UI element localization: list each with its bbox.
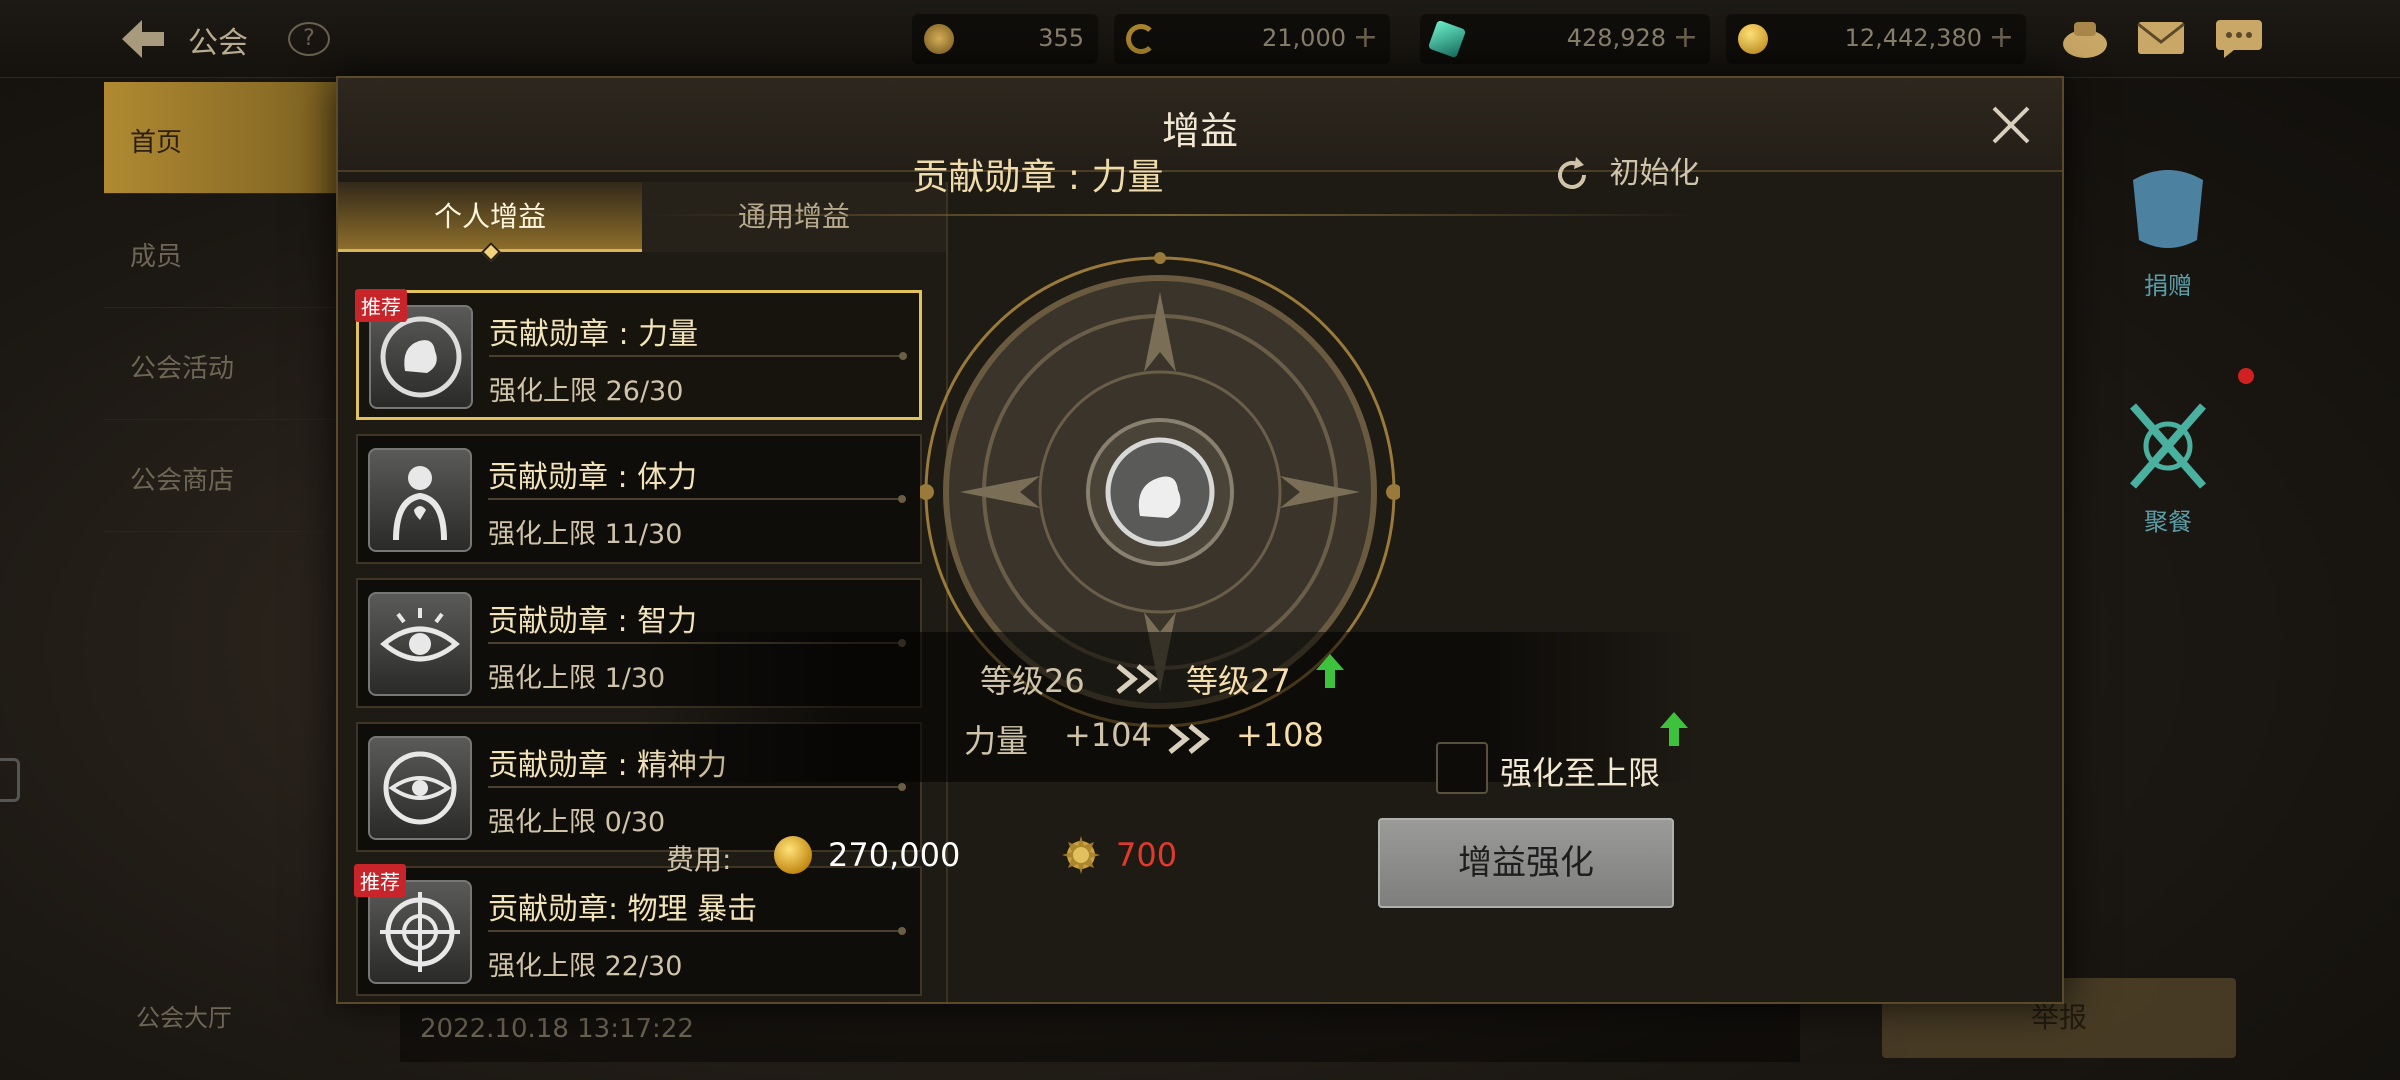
cost-medal: 700 xyxy=(1116,836,1178,874)
add-resource-button[interactable]: + xyxy=(1353,20,1378,55)
buff-cap: 强化上限 22/30 xyxy=(488,951,683,982)
nav-guild-shop[interactable]: 公会商店 xyxy=(104,420,340,532)
page-title: 公会 xyxy=(188,26,248,61)
tab-personal-buff[interactable]: 个人增益 xyxy=(338,182,642,262)
buff-cap: 强化上限 11/30 xyxy=(488,519,683,550)
up-arrow-icon xyxy=(1316,654,1344,688)
resource-value: 355 xyxy=(1038,24,1084,52)
buff-cap: 强化上限 26/30 xyxy=(489,376,684,407)
chat-icon[interactable] xyxy=(2214,16,2264,60)
level-to: 等级27 xyxy=(1186,662,1291,700)
donate-label: 捐赠 xyxy=(2144,272,2192,300)
resource-stamina: 355 xyxy=(912,14,1098,64)
reset-button[interactable]: 初始化 xyxy=(1552,148,1700,195)
resource-value: 21,000 xyxy=(1262,24,1346,52)
add-resource-button[interactable]: + xyxy=(1989,20,2014,55)
feast-side-button[interactable]: 聚餐 xyxy=(2108,396,2228,546)
resource-value: 428,928 xyxy=(1566,24,1666,52)
feast-label: 聚餐 xyxy=(2144,508,2192,536)
buff-cap: 强化上限 1/30 xyxy=(488,663,666,694)
mail-icon[interactable] xyxy=(2136,16,2186,60)
chat-timestamp: 2022.10.18 13:17:22 xyxy=(400,1000,1800,1062)
list-item-stamina[interactable]: 贡献勋章 : 体力 强化上限 11/30 xyxy=(356,434,922,564)
cost-label: 费用: xyxy=(666,843,732,876)
nav-members[interactable]: 成员 xyxy=(104,196,340,308)
double-chevron-icon xyxy=(1116,664,1158,694)
enhance-to-max-label: 强化至上限 xyxy=(1500,754,1661,792)
treasure-bag-icon[interactable] xyxy=(2060,16,2110,60)
edge-handle[interactable] xyxy=(0,758,20,802)
gold-coin-icon xyxy=(774,836,812,874)
list-item-phys-crit[interactable]: 推荐 贡献勋章: 物理 暴击 强化上限 22/30 xyxy=(354,864,922,996)
spirit-orb-icon xyxy=(368,736,472,840)
top-bar: 公会 ? 355 21,000 + 428,928 + 12,442,380 + xyxy=(0,0,2400,78)
resource-gem: 428,928 + xyxy=(1420,14,1710,64)
enhance-to-max-checkbox[interactable] xyxy=(1436,742,1488,794)
buff-name: 贡献勋章 : 体力 xyxy=(488,460,698,495)
recommend-badge: 推荐 xyxy=(355,289,407,322)
stat-from: +104 xyxy=(1064,716,1152,754)
nav-guild-activity[interactable]: 公会活动 xyxy=(104,308,340,420)
modal-title: 增益 xyxy=(1161,109,1238,153)
up-arrow-icon xyxy=(1660,712,1688,746)
donate-side-button[interactable]: 捐赠 xyxy=(2108,160,2228,310)
reset-label: 初始化 xyxy=(1609,156,1700,191)
help-icon[interactable]: ? xyxy=(288,22,330,56)
back-arrow-icon[interactable] xyxy=(118,16,168,62)
resource-gold: 12,442,380 + xyxy=(1726,14,2026,64)
refresh-icon xyxy=(1558,156,1586,189)
divider xyxy=(488,495,906,503)
close-icon[interactable] xyxy=(1986,100,2036,150)
gold-coin-icon xyxy=(1738,24,1768,54)
tab-label: 个人增益 xyxy=(433,200,546,233)
cost-gold: 270,000 xyxy=(828,836,961,874)
divider xyxy=(488,927,906,935)
detail-divider xyxy=(640,214,1700,216)
add-resource-button[interactable]: + xyxy=(1673,20,1698,55)
double-chevron-icon xyxy=(1168,724,1210,754)
stat-name: 力量 xyxy=(964,722,1029,760)
level-from: 等级26 xyxy=(980,662,1085,700)
tab-indicator xyxy=(481,242,501,262)
detail-title: 贡献勋章 : 力量 xyxy=(912,157,1164,198)
buff-cap: 强化上限 0/30 xyxy=(488,807,666,838)
resource-value: 12,442,380 xyxy=(1844,24,1982,52)
stat-to: +108 xyxy=(1236,716,1324,754)
intellect-eye-icon xyxy=(368,592,472,696)
guild-hall-button[interactable]: 公会大厅 xyxy=(136,998,232,1033)
green-gem-icon xyxy=(1427,19,1467,59)
medal-currency-icon xyxy=(1062,836,1100,874)
nav-home[interactable]: 首页 xyxy=(104,82,340,194)
recommend-badge: 推荐 xyxy=(354,864,406,897)
buff-name: 贡献勋章 : 力量 xyxy=(489,317,699,352)
enhance-buff-button[interactable]: 增益强化 xyxy=(1378,818,1674,908)
stamina-heart-icon xyxy=(368,448,472,552)
crescent-coin-icon xyxy=(1126,24,1156,54)
divider xyxy=(488,783,906,791)
notification-dot xyxy=(2238,368,2254,384)
buff-name: 贡献勋章: 物理 暴击 xyxy=(488,892,758,927)
resource-crescent: 21,000 + xyxy=(1114,14,1390,64)
stamina-icon xyxy=(924,24,954,54)
divider xyxy=(489,352,907,360)
crossed-swords-icon xyxy=(2129,403,2207,489)
list-item-strength[interactable]: 推荐 贡献勋章 : 力量 强化上限 26/30 xyxy=(355,289,922,420)
donate-icon xyxy=(2133,170,2203,248)
